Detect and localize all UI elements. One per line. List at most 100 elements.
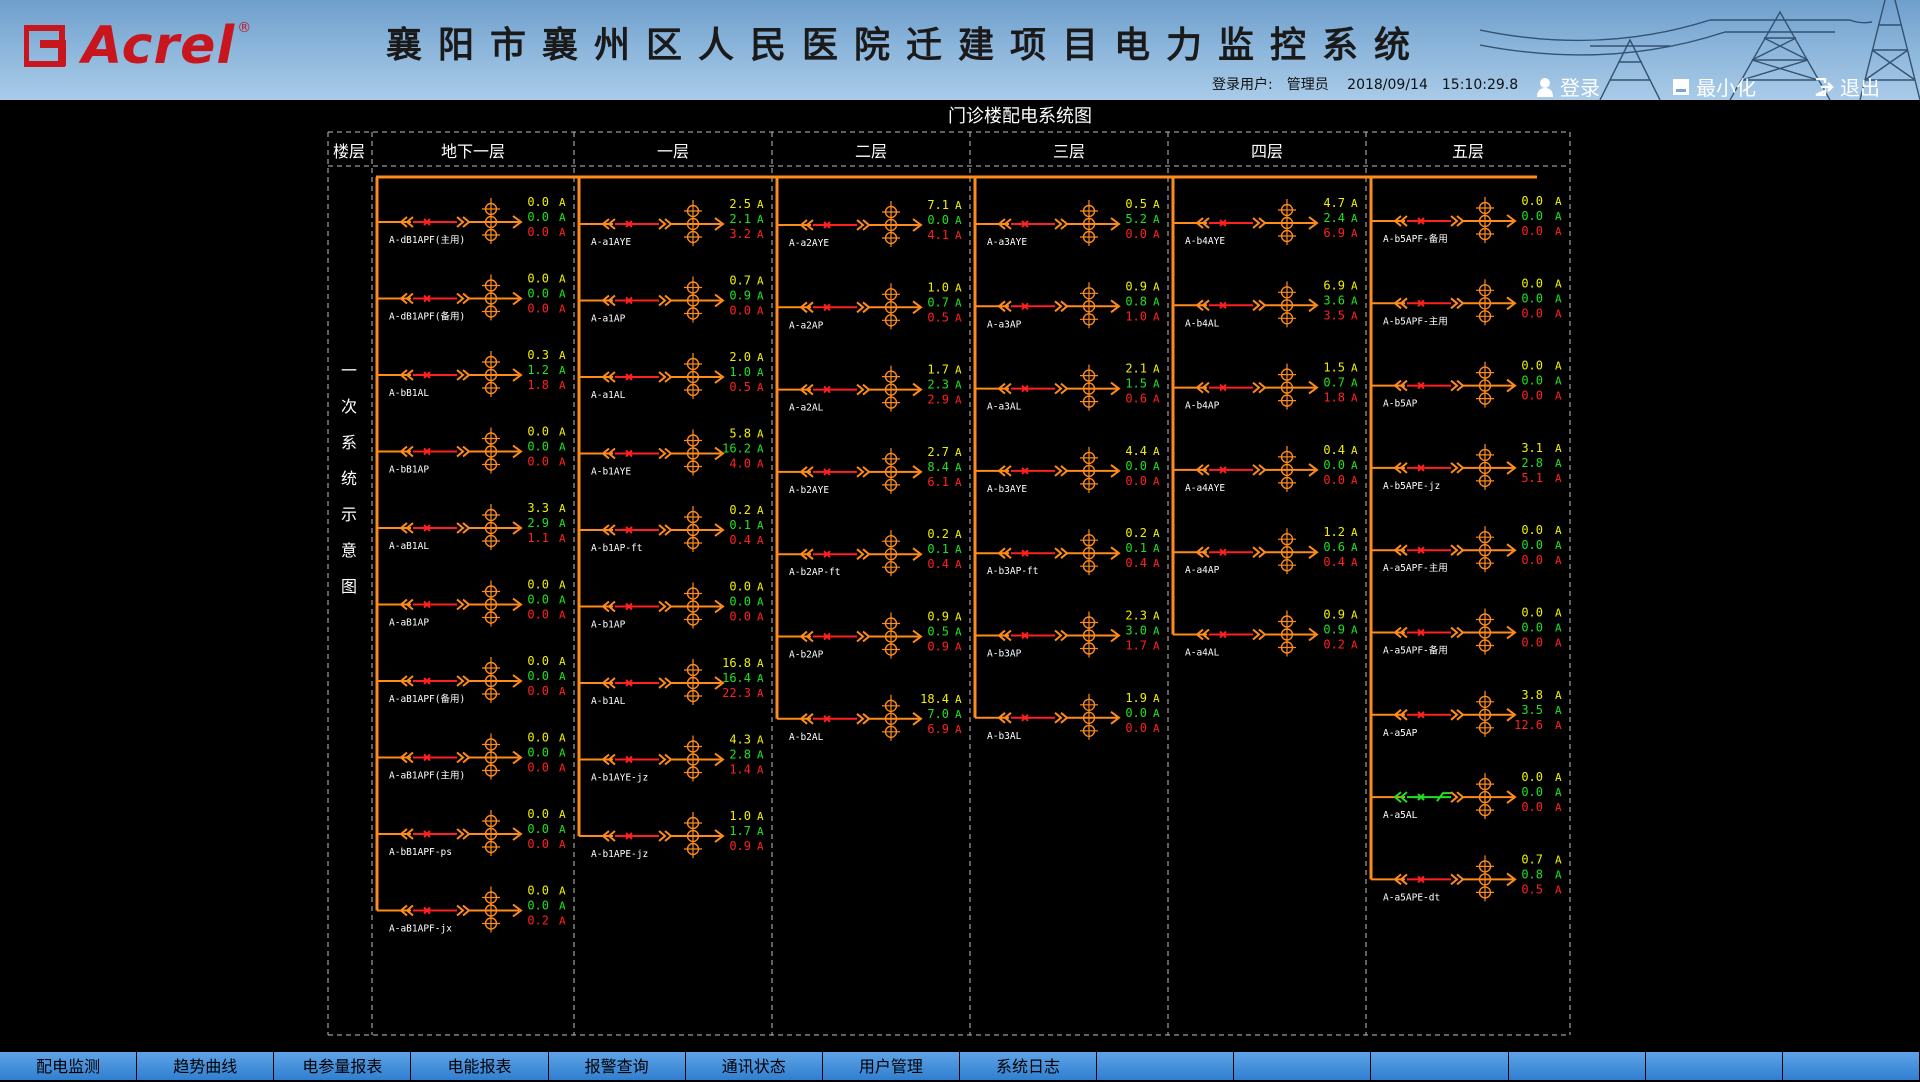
phase-c-current: 0.4 [927, 557, 949, 571]
feeder-label: A-b1AYE [591, 467, 631, 478]
feeder-circuit[interactable]: A-b1AL 16.8 A 16.4 A 22.3 A [579, 656, 764, 707]
feeder-circuit[interactable]: A-a5AL 0.0 A 0.0 A 0.0 A [1371, 770, 1562, 821]
phase-a-current: 3.3 [527, 501, 549, 515]
login-button[interactable]: 登录 [1536, 72, 1600, 100]
nav-tab-2[interactable]: 电参量报表 [274, 1052, 411, 1080]
nav-tab-5[interactable]: 通讯状态 [685, 1052, 822, 1080]
feeder-circuit[interactable]: A-a2AP 1.0 A 0.7 A 0.5 A [777, 280, 962, 331]
phase-a-current: 0.0 [527, 731, 549, 745]
feeder-circuit[interactable]: A-b3AYE 4.4 A 0.0 A 0.0 A [975, 444, 1160, 495]
nav-tab-empty[interactable] [1234, 1052, 1371, 1080]
load-arrow-icon [1501, 461, 1517, 475]
feeder-circuit[interactable]: A-a1AP 0.7 A 0.9 A 0.0 A [579, 274, 764, 325]
feeder-circuit[interactable]: A-b1AYE-jz 4.3 A 2.8 A 1.4 A [579, 733, 764, 784]
nav-tab-empty[interactable] [1508, 1052, 1645, 1080]
feeder-circuit[interactable]: A-aB1APF(备用) 0.0 A 0.0 A 0.0 A [377, 654, 566, 705]
feeder-circuit[interactable]: A-b5AP 0.0 A 0.0 A 0.0 A [1371, 359, 1562, 410]
nav-tab-empty[interactable] [1371, 1052, 1508, 1080]
feeder-circuit[interactable]: A-bB1APF-ps 0.0 A 0.0 A 0.0 A [377, 807, 566, 858]
feeder-circuit[interactable]: A-b1AP 0.0 A 0.0 A 0.0 A [579, 580, 764, 631]
current-unit: A [1555, 375, 1562, 388]
feeder-circuit[interactable]: A-aB1APF-jx 0.0 A 0.0 A 0.2 A [377, 884, 566, 935]
current-unit: A [559, 594, 566, 607]
feeder-circuit[interactable]: A-a3AYE 0.5 A 5.2 A 0.0 A [975, 197, 1160, 248]
load-arrow-icon [1501, 378, 1517, 393]
feeder-label: A-b5APE-jz [1383, 481, 1440, 492]
feeder-circuit[interactable]: A-b2AP-ft 0.2 A 0.1 A 0.4 A [777, 527, 962, 578]
floor-column-header: 二层 [855, 142, 887, 161]
nav-tab-1[interactable]: 趋势曲线 [137, 1052, 274, 1080]
feeder-circuit[interactable]: A-b4AL 6.9 A 3.6 A 3.5 A [1173, 278, 1358, 329]
feeder-circuit[interactable]: A-aB1AP 0.0 A 0.0 A 0.0 A [377, 578, 566, 629]
current-unit: A [1555, 524, 1562, 537]
feeder-circuit[interactable]: A-dB1APF(备用) 0.0 A 0.0 A 0.0 A [377, 272, 566, 323]
feeder-circuit[interactable]: A-b5APF-主用 0.0 A 0.0 A 0.0 A [1371, 276, 1562, 327]
current-unit: A [1555, 607, 1562, 620]
current-unit: A [1351, 197, 1358, 210]
phase-b-current: 16.4 [722, 671, 751, 685]
nav-tab-empty[interactable] [1645, 1052, 1782, 1080]
feeder-circuit[interactable]: A-a5APF-备用 0.0 A 0.0 A 0.0 A [1371, 606, 1562, 657]
current-unit: A [1153, 363, 1160, 376]
feeder-circuit[interactable]: A-a3AL 2.1 A 1.5 A 0.6 A [975, 362, 1160, 413]
minimize-button[interactable]: 最小化 [1672, 72, 1756, 100]
feeder-circuit[interactable]: A-aB1AL 3.3 A 2.9 A 1.1 A [377, 501, 566, 552]
feeder-circuit[interactable]: A-b2AL 18.4 A 7.0 A 6.9 A [777, 692, 962, 743]
feeder-circuit[interactable]: A-a4AP 1.2 A 0.6 A 0.4 A [1173, 525, 1358, 576]
feeder-circuit[interactable]: A-b5APF-备用 0.0 A 0.0 A 0.0 A [1371, 194, 1562, 245]
feeder-circuit[interactable]: A-a4AL 0.9 A 0.9 A 0.2 A [1173, 608, 1358, 659]
current-unit: A [1555, 277, 1562, 290]
feeder-circuit[interactable]: A-b2AP 0.9 A 0.5 A 0.9 A [777, 610, 962, 661]
feeder-circuit[interactable]: A-a4AYE 0.4 A 0.0 A 0.0 A [1173, 443, 1358, 494]
feeder-circuit[interactable]: A-b1AP-ft 0.2 A 0.1 A 0.4 A [579, 503, 764, 554]
load-arrow-icon [1303, 380, 1319, 395]
load-arrow-icon [507, 521, 523, 535]
current-unit: A [1555, 210, 1562, 223]
phase-a-current: 0.0 [527, 884, 549, 898]
feeder-circuit[interactable]: A-bB1AL 0.3 A 1.2 A 1.8 A [377, 348, 566, 399]
feeder-circuit[interactable]: A-aB1APF(主用) 0.0 A 0.0 A 0.0 A [377, 731, 566, 782]
feeder-circuit[interactable]: A-b3AL 1.9 A 0.0 A 0.0 A [975, 691, 1160, 742]
feeder-circuit[interactable]: A-b1AYE 5.8 A 16.2 A 4.0 A [579, 427, 764, 478]
nav-tab-empty[interactable] [1097, 1052, 1234, 1080]
feeder-circuit[interactable]: A-b3AP 2.3 A 3.0 A 1.7 A [975, 609, 1160, 660]
nav-tab-6[interactable]: 用户管理 [822, 1052, 959, 1080]
feeder-circuit[interactable]: A-a5AP 3.8 A 3.5 A 12.6 A [1371, 688, 1562, 739]
feeder-label: A-a5APF-备用 [1383, 645, 1448, 657]
nav-tab-3[interactable]: 电能报表 [411, 1052, 548, 1080]
feeder-circuit[interactable]: A-b5APE-jz 3.1 A 2.8 A 5.1 A [1371, 441, 1562, 492]
current-unit: A [1555, 801, 1562, 814]
feeder-label: A-a2AP [789, 320, 824, 331]
phase-c-current: 0.0 [1521, 306, 1543, 320]
current-unit: A [955, 446, 962, 459]
exit-button[interactable]: 退出 [1814, 72, 1880, 100]
feeder-label: A-b2AL [789, 732, 824, 743]
feeder-circuit[interactable]: A-a5APE-dt 0.7 A 0.8 A 0.5 A [1371, 852, 1562, 903]
feeder-circuit[interactable]: A-b4AP 1.5 A 0.7 A 1.8 A [1173, 361, 1358, 412]
feeder-circuit[interactable]: A-a2AL 1.7 A 2.3 A 2.9 A [777, 363, 962, 414]
nav-tab-0[interactable]: 配电监测 [0, 1052, 137, 1080]
feeder-circuit[interactable]: A-a3AP 0.9 A 0.8 A 1.0 A [975, 279, 1160, 330]
current-unit: A [955, 364, 962, 377]
feeder-circuit[interactable]: A-b2AYE 2.7 A 8.4 A 6.1 A [777, 445, 962, 496]
nav-tab-empty[interactable] [1782, 1052, 1919, 1080]
current-unit: A [559, 838, 566, 851]
load-arrow-icon [709, 829, 725, 843]
feeder-circuit[interactable]: A-a1AL 2.0 A 1.0 A 0.5 A [579, 350, 764, 401]
feeder-circuit[interactable]: A-b4AYE 4.7 A 2.4 A 6.9 A [1173, 196, 1358, 247]
feeder-label: A-aB1AL [389, 541, 429, 552]
feeder-circuit[interactable]: A-a5APF-主用 0.0 A 0.0 A 0.0 A [1371, 523, 1562, 574]
feeder-circuit[interactable]: A-b3AP-ft 0.2 A 0.1 A 0.4 A [975, 526, 1160, 577]
nav-tab-7[interactable]: 系统日志 [959, 1052, 1097, 1080]
feeder-circuit[interactable]: A-bB1AP 0.0 A 0.0 A 0.0 A [377, 425, 566, 476]
load-arrow-icon [709, 523, 725, 537]
feeder-circuit[interactable]: A-a2AYE 7.1 A 0.0 A 4.1 A [777, 198, 962, 249]
current-unit: A [559, 885, 566, 898]
feeder-circuit[interactable]: A-a1AYE 2.5 A 2.1 A 3.2 A [579, 197, 764, 248]
phase-b-current: 8.4 [927, 460, 949, 474]
phase-b-current: 5.2 [1125, 212, 1147, 226]
feeder-circuit[interactable]: A-dB1APF(主用) 0.0 A 0.0 A 0.0 A [377, 195, 566, 246]
nav-tab-4[interactable]: 报警查询 [548, 1052, 685, 1080]
feeder-circuit[interactable]: A-b1APE-jz 1.0 A 1.7 A 0.9 A [579, 809, 764, 860]
feeder-label: A-b4AYE [1185, 236, 1225, 247]
